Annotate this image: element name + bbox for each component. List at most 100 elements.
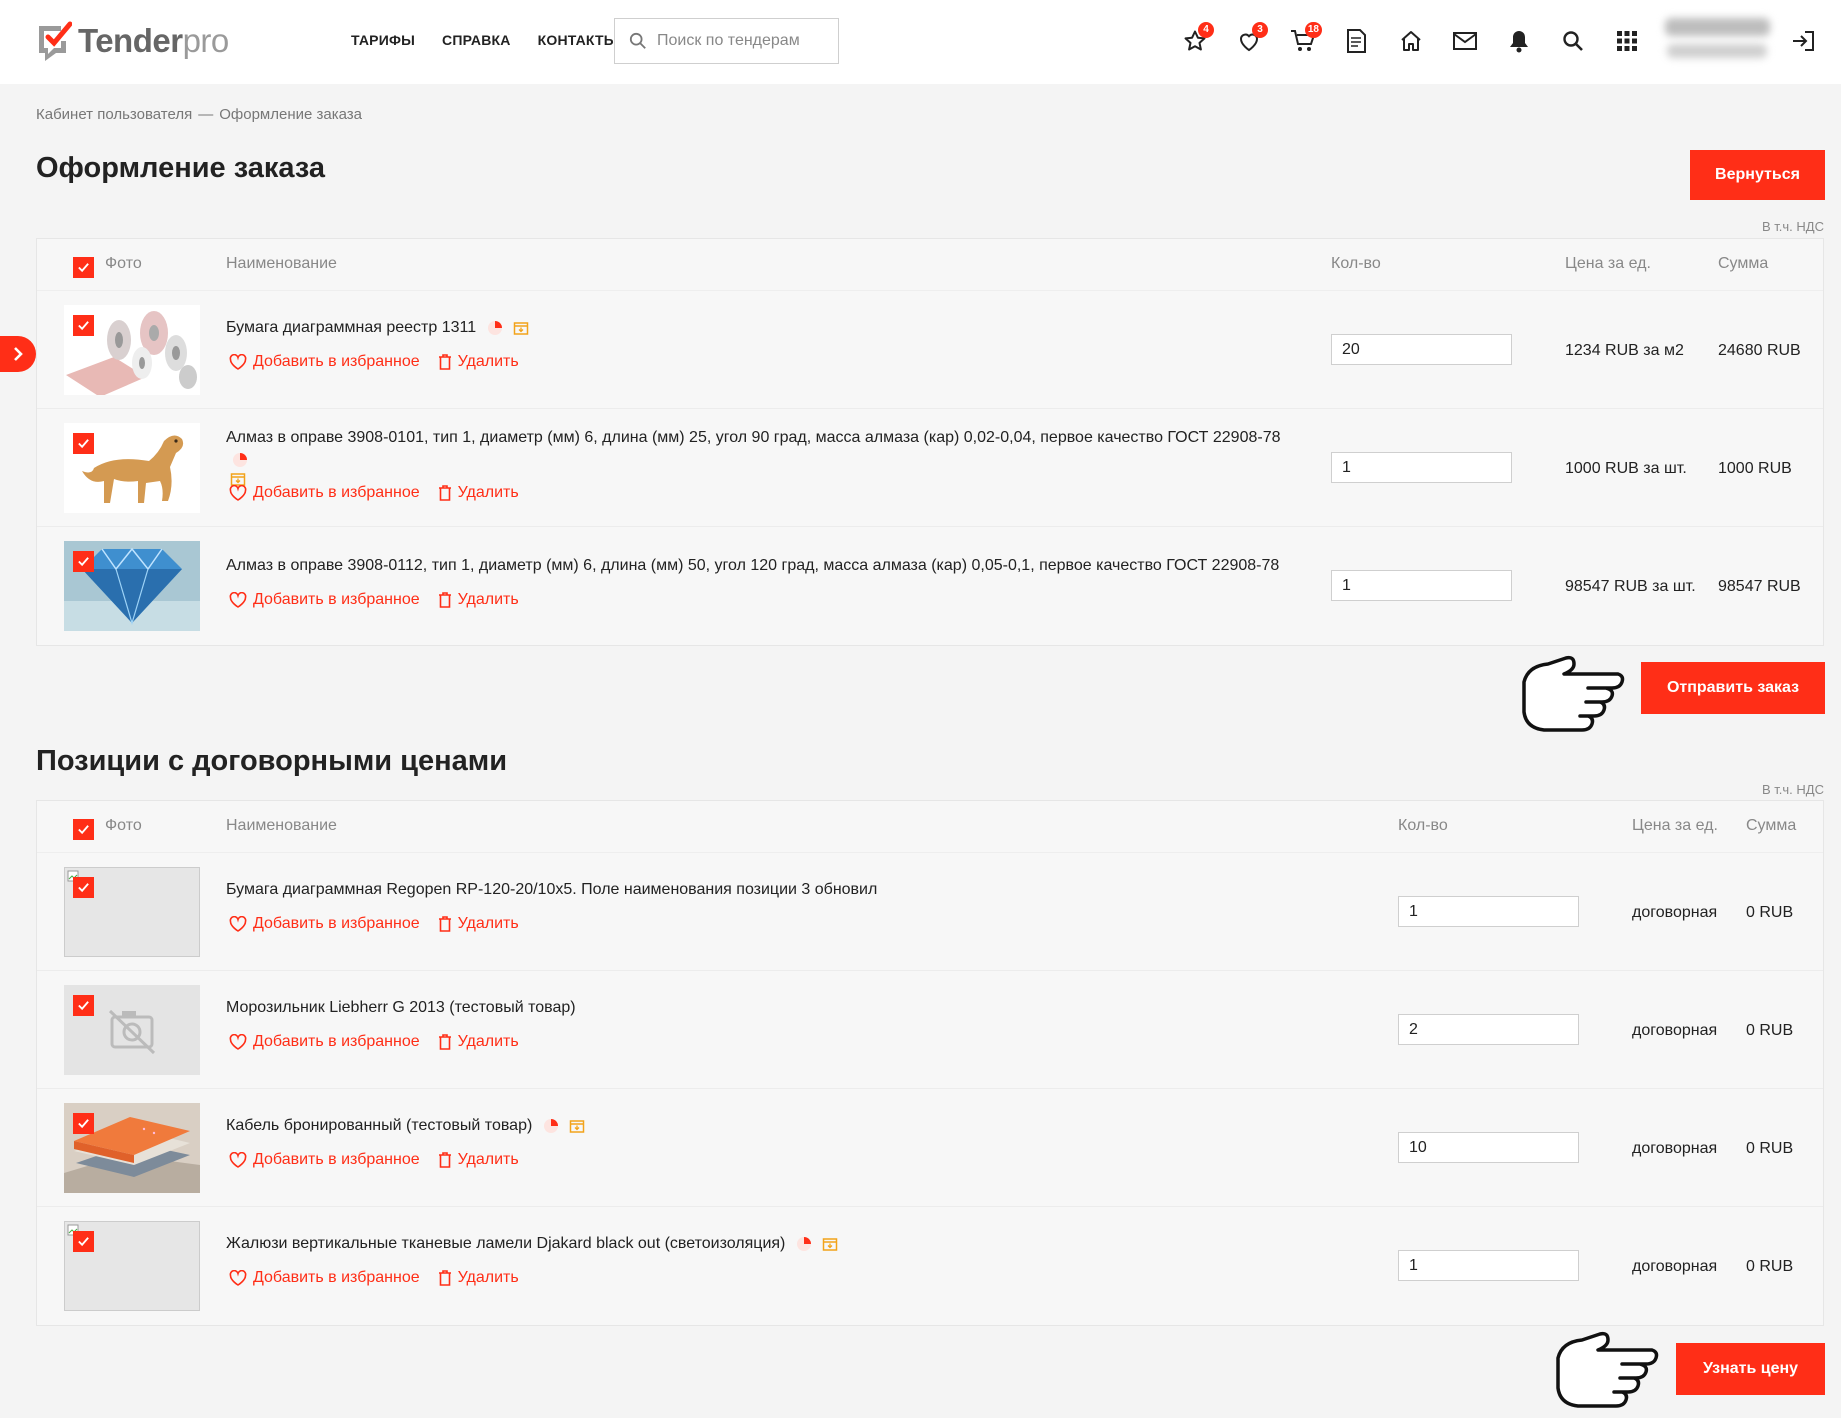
unit-price: договорная — [1632, 1258, 1718, 1275]
trash-icon — [438, 916, 451, 932]
nav-tariffs[interactable]: ТАРИФЫ — [351, 32, 415, 48]
main-nav: ТАРИФЫ СПРАВКА КОНТАКТЫ — [351, 32, 618, 48]
delete-button[interactable]: Удалить — [438, 1269, 519, 1287]
delete-button[interactable]: Удалить — [438, 484, 519, 502]
product-name[interactable]: Бумага диаграммная Regopen RP-120-20/10x… — [226, 879, 877, 901]
row-checkbox[interactable] — [73, 995, 94, 1016]
heart-outline-icon — [229, 592, 247, 608]
check-icon — [78, 263, 89, 273]
delete-button[interactable]: Удалить — [438, 591, 519, 609]
delete-button[interactable]: Удалить — [438, 353, 519, 371]
row-sum: 0 RUB — [1746, 1140, 1794, 1157]
logout-button[interactable] — [1788, 26, 1818, 56]
cart-button[interactable]: 18 — [1288, 22, 1322, 56]
heart-outline-icon — [229, 354, 247, 370]
quantity-input[interactable] — [1398, 1014, 1579, 1045]
heart-badge: 3 — [1252, 22, 1268, 38]
row-actions: Добавить в избранное Удалить — [229, 915, 519, 933]
chevron-right-icon — [14, 347, 23, 361]
table-header: Фото Наименование Кол-во Цена за ед. Сум… — [37, 239, 1823, 291]
quantity-input[interactable] — [1398, 1250, 1579, 1281]
sidebar-toggle[interactable] — [0, 336, 36, 372]
check-icon — [78, 1237, 89, 1247]
row-actions: Добавить в избранное Удалить — [229, 1269, 519, 1287]
quantity-input[interactable] — [1398, 896, 1579, 927]
documents-button[interactable] — [1342, 26, 1372, 56]
request-price-button[interactable]: Узнать цену — [1676, 1343, 1825, 1395]
tender-search[interactable] — [614, 18, 839, 64]
quantity-input[interactable] — [1398, 1132, 1579, 1163]
row-checkbox[interactable] — [73, 1113, 94, 1134]
back-button[interactable]: Вернуться — [1690, 150, 1825, 200]
user-profile-blurred[interactable] — [1665, 14, 1775, 66]
product-name[interactable]: Алмаз в оправе 3908-0112, тип 1, диаметр… — [226, 555, 1306, 577]
archive-icon — [569, 1120, 585, 1133]
apps-menu-button[interactable] — [1612, 26, 1642, 56]
add-to-favorites-button[interactable]: Добавить в избранное — [229, 484, 420, 502]
row-sum: 0 RUB — [1746, 904, 1794, 921]
add-to-favorites-button[interactable]: Добавить в избранное — [229, 1151, 420, 1169]
product-name[interactable]: Морозильник Liebherr G 2013 (тестовый то… — [226, 997, 576, 1019]
add-to-favorites-button[interactable]: Добавить в избранное — [229, 353, 420, 371]
quantity-input[interactable] — [1331, 334, 1512, 365]
notifications-button[interactable] — [1504, 26, 1534, 56]
global-search-button[interactable] — [1558, 26, 1588, 56]
select-all-checkbox[interactable] — [73, 819, 94, 840]
heart-outline-icon — [229, 485, 247, 501]
row-checkbox[interactable] — [73, 1231, 94, 1252]
wishlist-button[interactable]: 3 — [1234, 22, 1268, 56]
row-checkbox[interactable] — [73, 877, 94, 898]
quantity-input[interactable] — [1331, 452, 1512, 483]
product-name[interactable]: Бумага диаграммная реестр 1311 — [226, 317, 529, 339]
trash-icon — [438, 1152, 451, 1168]
home-button[interactable] — [1396, 26, 1426, 56]
add-to-favorites-button[interactable]: Добавить в избранное — [229, 1033, 420, 1051]
vat-note: В т.ч. НДС — [1762, 782, 1824, 797]
favorites-star-button[interactable]: 4 — [1180, 22, 1214, 56]
pie-status-icon — [796, 1236, 811, 1251]
tenderpro-logo[interactable]: Tenderpro — [36, 18, 229, 64]
quantity-input[interactable] — [1331, 570, 1512, 601]
product-name[interactable]: Жалюзи вертикальные тканевые ламели Djak… — [226, 1233, 838, 1255]
delete-button[interactable]: Удалить — [438, 1151, 519, 1169]
search-icon — [629, 32, 646, 49]
contract-price-table: Фото Наименование Кол-во Цена за ед. Сум… — [36, 800, 1824, 1326]
trash-icon — [438, 1034, 451, 1050]
trash-icon — [438, 485, 451, 501]
messages-button[interactable] — [1450, 26, 1480, 56]
logout-icon — [1793, 31, 1814, 51]
delete-button[interactable]: Удалить — [438, 915, 519, 933]
add-to-favorites-button[interactable]: Добавить в избранное — [229, 1269, 420, 1287]
heart-outline-icon — [229, 916, 247, 932]
nav-help[interactable]: СПРАВКА — [442, 32, 511, 48]
search-input[interactable] — [657, 32, 827, 50]
archive-icon — [513, 322, 529, 335]
col-photo: Фото — [105, 817, 142, 834]
select-all-checkbox[interactable] — [73, 257, 94, 278]
check-icon — [78, 1001, 89, 1011]
breadcrumb: Кабинет пользователя — Оформление заказа — [36, 106, 362, 123]
add-to-favorites-button[interactable]: Добавить в избранное — [229, 591, 420, 609]
table-row: Жалюзи вертикальные тканевые ламели Djak… — [37, 1207, 1823, 1325]
table-row: Бумага диаграммная Regopen RP-120-20/10x… — [37, 853, 1823, 971]
page-title: Оформление заказа — [36, 152, 326, 184]
nav-contacts[interactable]: КОНТАКТЫ — [538, 32, 618, 48]
submit-order-button[interactable]: Отправить заказ — [1641, 662, 1825, 714]
add-to-favorites-button[interactable]: Добавить в избранное — [229, 915, 420, 933]
row-checkbox[interactable] — [73, 315, 94, 336]
delete-button[interactable]: Удалить — [438, 1033, 519, 1051]
row-actions: Добавить в избранное Удалить — [229, 1033, 519, 1051]
check-icon — [78, 1119, 89, 1129]
trash-icon — [438, 1270, 451, 1286]
col-qty: Кол-во — [1398, 817, 1448, 834]
document-icon — [1347, 29, 1366, 53]
breadcrumb-parent[interactable]: Кабинет пользователя — [36, 106, 192, 123]
unit-price: договорная — [1632, 1022, 1718, 1039]
star-badge: 4 — [1198, 22, 1214, 38]
row-checkbox[interactable] — [73, 551, 94, 572]
col-price: Цена за ед. — [1632, 817, 1718, 834]
product-name[interactable]: Кабель бронированный (тестовый товар) — [226, 1115, 585, 1137]
trash-icon — [438, 354, 451, 370]
row-checkbox[interactable] — [73, 433, 94, 454]
pie-status-icon — [233, 452, 247, 467]
